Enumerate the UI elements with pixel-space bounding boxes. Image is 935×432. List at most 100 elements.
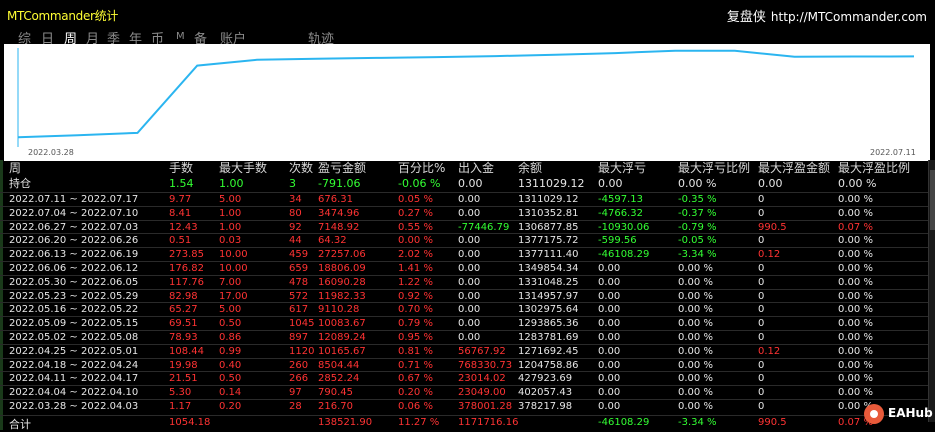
- cell-lots: 78.93: [169, 332, 198, 343]
- table-row[interactable]: 2022.06.13 ~ 2022.06.19 273.85 10.00 459 272…: [0, 247, 928, 261]
- cell-count: 44: [289, 235, 302, 247]
- vertical-scrollbar[interactable]: [928, 160, 935, 422]
- cell-max-float-loss-pct: -0.35 %: [678, 194, 717, 205]
- table-row[interactable]: 2022.06.27 ~ 2022.07.03 12.43 1.00 92 7148.9…: [0, 219, 928, 234]
- cell-week-range: 2022.05.16 ~ 2022.05.22: [9, 304, 139, 316]
- cell-max-float-loss-pct: 0.00 %: [678, 332, 713, 343]
- total-pct: 11.27 %: [398, 417, 440, 428]
- cell-max-float-loss-pct: -0.05 %: [678, 235, 717, 247]
- cell-max-float-loss-pct: 0.00 %: [678, 263, 713, 274]
- holding-label: 持仓: [9, 177, 31, 190]
- cell-max-float-profit: 0: [758, 387, 765, 399]
- cell-pct: 0.27 %: [398, 207, 433, 219]
- cell-count: 459: [289, 249, 309, 261]
- cell-pnl: 16090.28: [318, 276, 366, 288]
- col-max-float-profit: 最大浮盈金额: [758, 161, 831, 175]
- cell-max-float-loss-pct: 0.00 %: [678, 359, 713, 371]
- cell-max-lots: 17.00: [219, 290, 248, 302]
- cell-count: 260: [289, 359, 309, 371]
- cell-week-range: 2022.05.23 ~ 2022.05.29: [9, 290, 139, 302]
- cell-count: 1045: [289, 318, 315, 330]
- cell-max-lots: 1.00: [219, 221, 242, 233]
- chart-end-date: 2022.07.11: [870, 148, 916, 157]
- table-row[interactable]: 2022.05.16 ~ 2022.05.22 65.27 5.00 617 9110.…: [0, 302, 928, 316]
- holding-row[interactable]: 持仓 1.54 1.00 3 -791.06 -0.06 % 0.00 1311…: [0, 177, 928, 192]
- table-row[interactable]: 2022.05.30 ~ 2022.06.05 117.76 7.00 478 1609…: [0, 274, 928, 289]
- table-row[interactable]: 2022.04.04 ~ 2022.04.10 5.30 0.14 97 790.45 0…: [0, 385, 928, 399]
- table-row[interactable]: 2022.07.11 ~ 2022.07.17 9.77 5.00 34 676.31 0…: [0, 192, 928, 206]
- eahub-logo-icon: [864, 404, 884, 424]
- cell-inout: 0.00: [458, 332, 481, 343]
- col-balance: 余额: [518, 161, 543, 175]
- col-max-float-loss: 最大浮亏: [598, 161, 647, 175]
- cell-inout: 0.00: [458, 304, 481, 316]
- table-row[interactable]: 2022.07.04 ~ 2022.07.10 8.41 1.00 80 3474.96…: [0, 205, 928, 220]
- cell-inout: 0.00: [458, 249, 481, 261]
- site-link[interactable]: 复盘侠 http://MTCommander.com: [727, 6, 927, 25]
- cell-max-lots: 0.20: [219, 401, 242, 412]
- col-count: 次数: [289, 161, 314, 175]
- table-row[interactable]: 2022.04.11 ~ 2022.04.17 21.51 0.50 266 2852.…: [0, 371, 928, 385]
- holding-count: 3: [289, 177, 296, 190]
- balance-chart: 2022.03.28 2022.07.11: [4, 44, 930, 161]
- cell-balance: 427923.69: [518, 373, 573, 385]
- cell-max-lots: 0.50: [219, 373, 242, 385]
- cell-max-float-loss: -599.56: [598, 235, 637, 247]
- scrollbar-thumb[interactable]: [930, 170, 935, 230]
- table-row[interactable]: 2022.04.18 ~ 2022.04.24 19.98 0.40 260 8504.…: [0, 357, 928, 372]
- cell-max-float-loss: -46108.29: [598, 249, 650, 261]
- cell-pct: 1.22 %: [398, 276, 433, 288]
- cell-inout: 0.00: [458, 235, 481, 247]
- cell-inout: 0.00: [458, 318, 481, 330]
- cell-max-float-profit: 0.12: [758, 249, 781, 261]
- cell-max-lots: 0.99: [219, 345, 242, 357]
- cell-inout: 56767.92: [458, 345, 506, 357]
- cell-pct: 0.20 %: [398, 387, 433, 399]
- table-row[interactable]: 2022.03.28 ~ 2022.04.03 1.17 0.20 28 216.70 0…: [0, 399, 928, 413]
- cell-pnl: 12089.24: [318, 332, 366, 343]
- cell-max-float-loss: 0.00: [598, 373, 621, 385]
- cell-inout: 768330.73: [458, 359, 513, 371]
- cell-pnl: 10165.67: [318, 345, 366, 357]
- cell-max-float-profit: 990.5: [758, 221, 787, 233]
- cell-max-float-loss: 0.00: [598, 387, 621, 399]
- table-row[interactable]: 2022.05.02 ~ 2022.05.08 78.93 0.86 897 12089…: [0, 330, 928, 344]
- cell-max-float-profit: 0: [758, 332, 765, 343]
- cell-max-float-profit: 0: [758, 235, 765, 247]
- table-row[interactable]: 2022.06.06 ~ 2022.06.12 176.82 10.00 659 188…: [0, 261, 928, 275]
- cell-max-float-loss-pct: 0.00 %: [678, 304, 713, 316]
- cell-pct: 1.41 %: [398, 263, 433, 274]
- site-name[interactable]: 复盘侠: [727, 10, 766, 25]
- cell-max-float-profit-pct: 0.07 %: [838, 221, 873, 233]
- cell-max-float-profit: 0: [758, 359, 765, 371]
- cell-max-float-profit: 0: [758, 276, 765, 288]
- table-header: 周 手数 最大手数 次数 盈亏金额 百分比% 出入金 余额 最大浮亏 最大浮亏比…: [0, 162, 928, 178]
- cell-max-float-profit-pct: 0.00 %: [838, 304, 873, 316]
- cell-balance: 378217.98: [518, 401, 573, 412]
- table-row[interactable]: 2022.05.09 ~ 2022.05.15 69.51 0.50 1045 1008…: [0, 316, 928, 330]
- cell-lots: 108.44: [169, 345, 204, 357]
- cell-balance: 1293865.36: [518, 318, 579, 330]
- tab-m[interactable]: M: [176, 31, 185, 42]
- total-lots: 1054.18: [169, 417, 211, 428]
- cell-lots: 9.77: [169, 194, 192, 205]
- cell-count: 478: [289, 276, 309, 288]
- cell-balance: 1204758.86: [518, 359, 579, 371]
- holding-max-float-loss: 0.00: [598, 177, 623, 190]
- table-row[interactable]: 2022.06.20 ~ 2022.06.26 0.51 0.03 44 64.32 0.…: [0, 233, 928, 247]
- cell-balance: 1314957.97: [518, 290, 579, 302]
- cell-inout: 0.00: [458, 207, 481, 219]
- cell-max-float-profit: 0: [758, 304, 765, 316]
- table-row[interactable]: 2022.05.23 ~ 2022.05.29 82.98 17.00 572 1198…: [0, 288, 928, 303]
- table-row[interactable]: 2022.04.25 ~ 2022.05.01 108.44 0.99 1120 101…: [0, 343, 928, 358]
- cell-lots: 12.43: [169, 221, 198, 233]
- cell-max-float-profit-pct: 0.00 %: [838, 318, 873, 330]
- site-url[interactable]: http://MTCommander.com: [771, 10, 927, 24]
- holding-inout: 0.00: [458, 177, 483, 190]
- cell-week-range: 2022.06.13 ~ 2022.06.19: [9, 249, 139, 261]
- cell-balance: 1377175.72: [518, 235, 579, 247]
- cell-max-float-profit-pct: 0.00 %: [838, 207, 873, 219]
- cell-max-float-loss-pct: 0.00 %: [678, 276, 713, 288]
- cell-inout: 23049.00: [458, 387, 506, 399]
- cell-max-float-loss: -4597.13: [598, 194, 643, 205]
